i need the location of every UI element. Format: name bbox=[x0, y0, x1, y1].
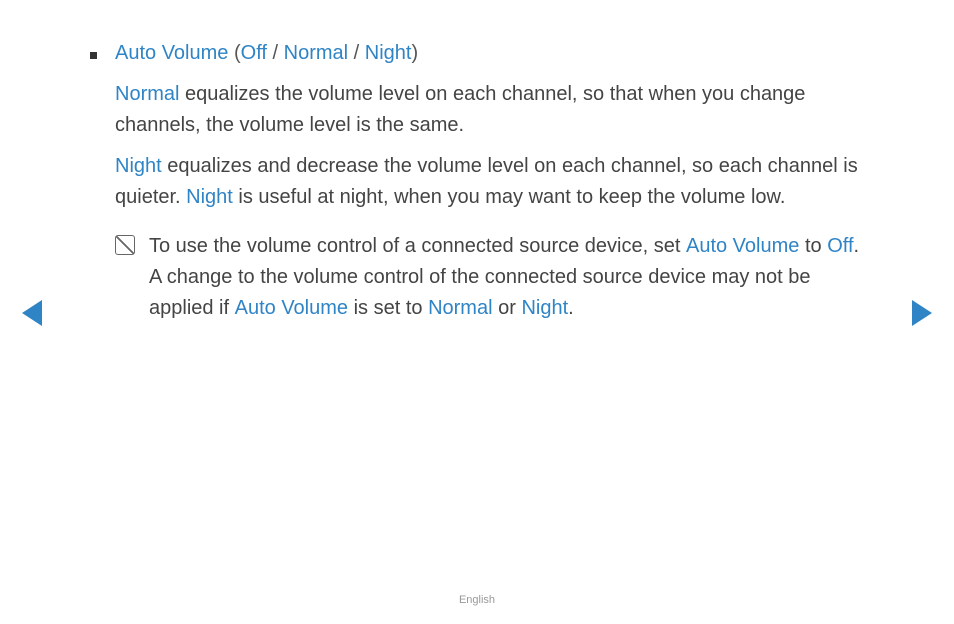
option-off: Off bbox=[241, 42, 267, 64]
bullet-item-auto-volume: Auto Volume (Off / Normal / Night) Norma… bbox=[90, 38, 864, 324]
note-k4: Normal bbox=[428, 297, 492, 319]
note-text: To use the volume control of a connected… bbox=[149, 231, 864, 324]
option-normal: Normal bbox=[284, 42, 348, 64]
setting-name: Auto Volume bbox=[115, 42, 228, 64]
paren-close: ) bbox=[411, 42, 418, 64]
note-t6: . bbox=[568, 297, 574, 319]
paragraph-normal: Normal equalizes the volume level on eac… bbox=[115, 79, 864, 141]
para2-rest: is useful at night, when you may want to… bbox=[233, 186, 786, 208]
note-t4: is set to bbox=[348, 297, 428, 319]
note-k2: Off bbox=[827, 235, 853, 257]
bullet-icon bbox=[90, 52, 97, 59]
sep2: / bbox=[348, 42, 365, 64]
note-t5: or bbox=[493, 297, 522, 319]
note-t2: to bbox=[799, 235, 827, 257]
paragraph-night: Night equalizes and decrease the volume … bbox=[115, 151, 864, 213]
note-icon bbox=[115, 235, 135, 255]
para1-lead: Normal bbox=[115, 83, 179, 105]
item-heading-line: Auto Volume (Off / Normal / Night) bbox=[115, 38, 864, 69]
note-k3: Auto Volume bbox=[235, 297, 348, 319]
option-night: Night bbox=[365, 42, 412, 64]
para1-rest: equalizes the volume level on each chann… bbox=[115, 83, 805, 136]
note-block: To use the volume control of a connected… bbox=[115, 231, 864, 324]
page-content: Auto Volume (Off / Normal / Night) Norma… bbox=[0, 0, 954, 324]
note-t1: To use the volume control of a connected… bbox=[149, 235, 686, 257]
para2-lead2: Night bbox=[186, 186, 233, 208]
item-body: Auto Volume (Off / Normal / Night) Norma… bbox=[115, 38, 864, 324]
footer-language: English bbox=[0, 594, 954, 606]
note-k1: Auto Volume bbox=[686, 235, 799, 257]
sep1: / bbox=[267, 42, 284, 64]
prev-page-arrow-icon[interactable] bbox=[22, 300, 42, 326]
note-k5: Night bbox=[521, 297, 568, 319]
next-page-arrow-icon[interactable] bbox=[912, 300, 932, 326]
paren-open: ( bbox=[234, 42, 241, 64]
para2-lead: Night bbox=[115, 155, 162, 177]
